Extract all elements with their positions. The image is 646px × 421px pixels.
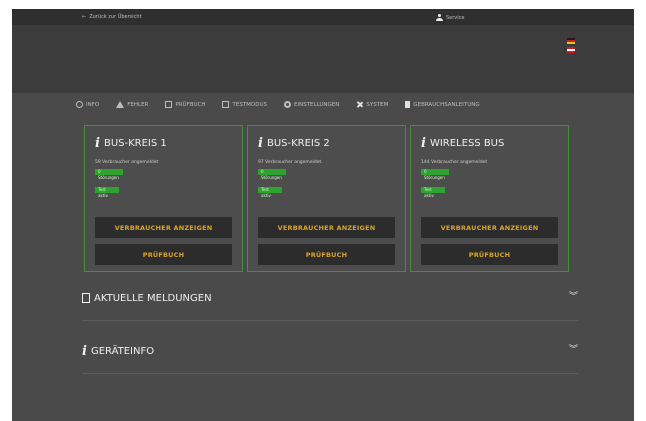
card-title-text: WIRELESS BUS xyxy=(429,138,505,149)
book-icon xyxy=(165,101,173,108)
header xyxy=(12,25,634,93)
bus-card-1: i BUS-KREIS 1 59 Verbraucher angemeldet … xyxy=(84,125,243,272)
card-title: i BUS-KREIS 1 xyxy=(95,136,167,151)
nav-einstellungen[interactable]: EINSTELLUNGEN xyxy=(284,101,339,108)
chevron-down-icon[interactable]: ︾ xyxy=(569,293,578,302)
nav-testmodus[interactable]: TESTMODUS xyxy=(222,101,267,108)
app-window: ← Zurück zur Übersicht Service INFO FEHL… xyxy=(12,9,634,421)
back-link-label: Zurück zur Übersicht xyxy=(89,14,142,20)
info-icon: i xyxy=(95,136,100,151)
show-consumers-button[interactable]: VERBRAUCHER ANZEIGEN xyxy=(258,217,395,238)
news-accordion-label: AKTUELLE MELDUNGEN xyxy=(94,292,212,304)
top-bar: ← Zurück zur Übersicht Service xyxy=(12,9,634,25)
test-log-button[interactable]: PRÜFBUCH xyxy=(258,244,395,265)
flag-de-icon[interactable] xyxy=(567,38,575,44)
status-badge: Test aktiv xyxy=(421,187,445,198)
nav-system[interactable]: SYSTEM xyxy=(356,101,388,108)
test-icon xyxy=(222,101,230,108)
bookmark-icon xyxy=(405,101,411,108)
nav-gebrauchsanleitung[interactable]: GEBRAUCHSANLEITUNG xyxy=(405,101,480,108)
main-nav: INFO FEHLER PRÜFBUCH TESTMODUS EINSTELLU… xyxy=(12,93,634,116)
card-title-text: BUS-KREIS 1 xyxy=(103,138,167,149)
nav-label: TESTMODUS xyxy=(232,101,267,108)
bus-card-wireless: i WIRELESS BUS 144 Verbraucher angemelde… xyxy=(410,125,569,272)
tools-icon xyxy=(356,101,363,108)
user-menu[interactable]: Service xyxy=(436,14,464,21)
status-badge: Test aktiv xyxy=(95,187,119,198)
status-badge: 0 Störungen xyxy=(95,169,123,180)
consumer-count: 59 Verbraucher angemeldet xyxy=(95,160,159,165)
status-badge: 0 Störungen xyxy=(421,169,449,180)
info-icon: i xyxy=(258,136,263,151)
card-title: i BUS-KREIS 2 xyxy=(258,136,330,151)
info-icon: i xyxy=(82,343,87,359)
show-consumers-button[interactable]: VERBRAUCHER ANZEIGEN xyxy=(95,217,232,238)
back-link[interactable]: ← Zurück zur Übersicht xyxy=(82,14,142,20)
consumer-count: 144 Verbraucher angemeldet xyxy=(421,160,488,165)
chevron-down-icon[interactable]: ︾ xyxy=(569,346,578,355)
user-icon xyxy=(436,14,443,21)
arrow-left-icon: ← xyxy=(82,14,87,20)
card-title: i WIRELESS BUS xyxy=(421,136,504,151)
language-switcher xyxy=(567,38,575,53)
nav-label: FEHLER xyxy=(127,101,149,108)
nav-info[interactable]: INFO xyxy=(76,101,99,108)
test-log-button[interactable]: PRÜFBUCH xyxy=(95,244,232,265)
nav-pruefbuch[interactable]: PRÜFBUCH xyxy=(165,101,205,108)
consumer-count: 97 Verbraucher angemeldet xyxy=(258,160,322,165)
status-badge: Test aktiv xyxy=(258,187,282,198)
nav-label: INFO xyxy=(86,101,100,108)
nav-label: GEBRAUCHSANLEITUNG xyxy=(413,101,480,108)
nav-label: EINSTELLUNGEN xyxy=(294,101,340,108)
device-info-accordion-label: GERÄTEINFO xyxy=(90,345,155,357)
nav-fehler[interactable]: FEHLER xyxy=(116,101,148,108)
bus-card-2: i BUS-KREIS 2 97 Verbraucher angemeldet … xyxy=(247,125,406,272)
nav-label: PRÜFBUCH xyxy=(175,101,206,108)
document-icon xyxy=(82,293,90,303)
gear-icon xyxy=(284,101,291,108)
status-badge: 0 Störungen xyxy=(258,169,286,180)
flag-at-icon[interactable] xyxy=(567,47,575,53)
show-consumers-button[interactable]: VERBRAUCHER ANZEIGEN xyxy=(421,217,558,238)
device-info-accordion[interactable]: i GERÄTEINFO ︾ xyxy=(82,329,578,374)
info-circle-icon xyxy=(76,101,83,108)
news-accordion[interactable]: AKTUELLE MELDUNGEN ︾ xyxy=(82,276,578,321)
nav-label: SYSTEM xyxy=(366,101,389,108)
card-title-text: BUS-KREIS 2 xyxy=(266,138,330,149)
info-icon: i xyxy=(421,136,426,151)
user-label: Service xyxy=(446,14,465,21)
test-log-button[interactable]: PRÜFBUCH xyxy=(421,244,558,265)
warning-icon xyxy=(116,101,125,108)
